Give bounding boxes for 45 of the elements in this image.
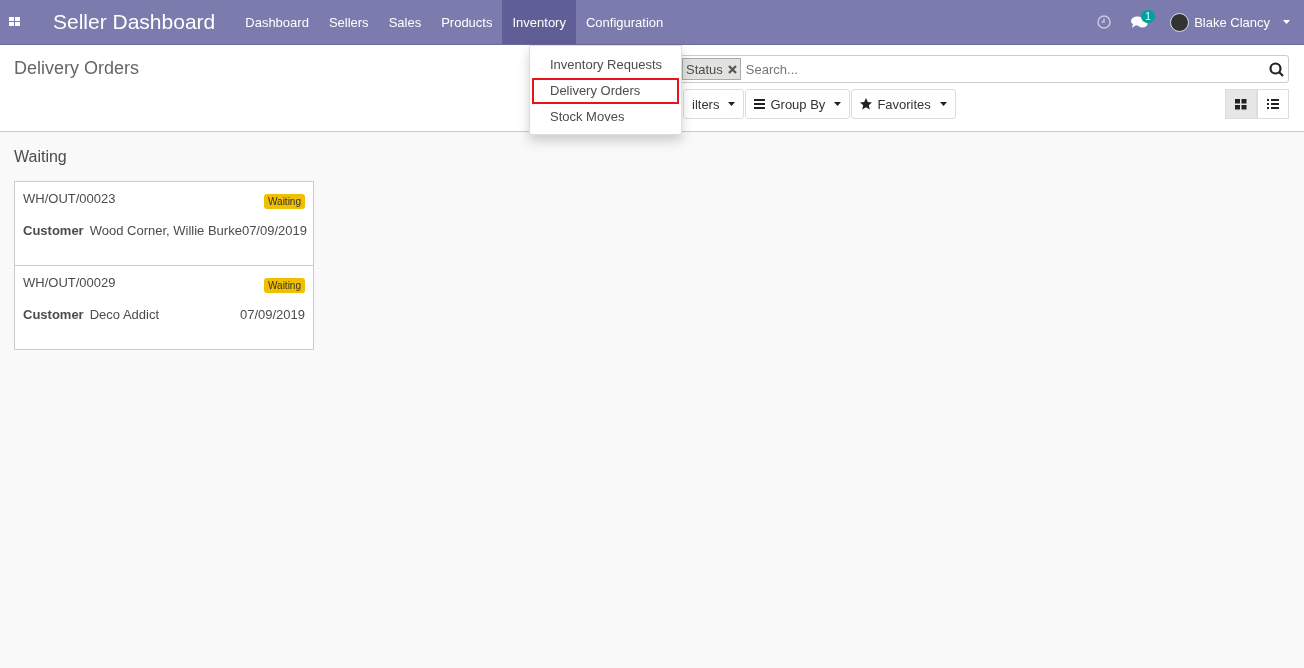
search-icon[interactable] — [1269, 61, 1284, 77]
message-count-badge: 1 — [1141, 9, 1155, 23]
kanban-view-button[interactable] — [1225, 89, 1257, 119]
caret-icon — [728, 102, 736, 106]
star-icon — [860, 98, 873, 110]
menu-item[interactable]: Configuration — [575, 0, 674, 44]
menu-lines-icon — [754, 99, 766, 109]
favorites-button[interactable]: Favorites — [851, 89, 956, 119]
order-date: 07/09/2019 — [241, 223, 307, 238]
apps-grid-icon[interactable] — [9, 17, 21, 27]
list-icon — [1267, 99, 1279, 109]
status-badge: Waiting — [264, 194, 305, 209]
search-facet: Status — [682, 58, 741, 80]
order-reference: WH/OUT/00023 — [23, 191, 116, 206]
caret-icon — [834, 102, 842, 106]
field-label: Customer — [23, 307, 84, 322]
page-title: Delivery Orders — [14, 57, 140, 79]
caret-icon — [1283, 20, 1290, 24]
filters-button[interactable]: ilters — [683, 89, 745, 119]
grid-icon — [1235, 98, 1247, 110]
dropdown-item[interactable]: Stock Moves — [532, 104, 679, 130]
field-label: Customer — [23, 223, 84, 238]
user-menu[interactable]: Blake Clancy — [1158, 12, 1304, 32]
order-reference: WH/OUT/00029 — [23, 275, 116, 290]
menu-item[interactable]: Dashboard — [235, 0, 319, 44]
avatar-icon — [1170, 12, 1190, 32]
list-view-button[interactable] — [1257, 89, 1289, 119]
group-title: Waiting — [14, 148, 68, 166]
customer-name: Wood Corner, Willie Burke — [89, 223, 242, 238]
menu-item[interactable]: Products — [431, 0, 503, 44]
menu-item[interactable]: Inventory — [502, 0, 576, 44]
customer-name: Deco Addict — [89, 307, 160, 322]
menu-item[interactable]: Sales — [378, 0, 432, 44]
menu-item[interactable]: Sellers — [318, 0, 379, 44]
order-card[interactable]: WH/OUT/00029 Waiting Customer Deco Addict 07/09/2019 — [14, 265, 314, 350]
dropdown-item[interactable]: Inventory Requests — [532, 52, 679, 78]
order-card[interactable]: WH/OUT/00023 Waiting Customer Wood Corner, Willie Burke07/09/2019 — [14, 181, 314, 266]
search-field[interactable]: Status Search... — [679, 55, 1289, 83]
groupby-button[interactable]: Group By — [745, 89, 851, 119]
order-date: 07/09/2019 — [239, 307, 305, 322]
remove-icon[interactable] — [727, 64, 737, 74]
dropdown-item[interactable]: Delivery Orders — [532, 78, 679, 104]
status-badge: Waiting — [264, 278, 305, 293]
app-title: Seller Dashboard — [52, 9, 217, 35]
caret-icon — [939, 102, 947, 106]
